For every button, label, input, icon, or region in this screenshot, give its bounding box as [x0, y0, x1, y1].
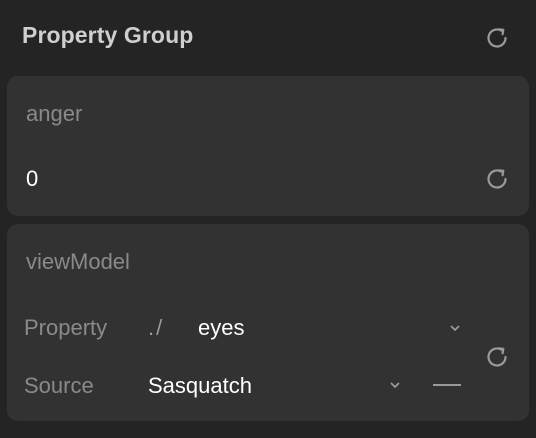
source-label: Source	[24, 373, 94, 398]
view-model-card: viewModel Property ./ eyes Source Sasqua…	[7, 224, 529, 421]
panel-header: Property Group	[0, 0, 536, 76]
property-select[interactable]	[137, 304, 467, 350]
dash-icon[interactable]	[433, 384, 461, 386]
property-label: Property	[24, 315, 108, 340]
anger-label: anger	[26, 101, 83, 126]
reset-icon[interactable]	[483, 24, 511, 52]
anger-card: anger 0	[7, 76, 529, 216]
view-model-label: viewModel	[26, 249, 130, 274]
reset-icon[interactable]	[483, 165, 511, 193]
reset-icon[interactable]	[483, 343, 511, 371]
property-group-panel: Property Group anger 0 viewModel Propert…	[0, 0, 536, 438]
anger-value-field[interactable]: 0	[26, 166, 38, 192]
source-select[interactable]	[137, 362, 407, 408]
panel-title: Property Group	[22, 22, 194, 48]
